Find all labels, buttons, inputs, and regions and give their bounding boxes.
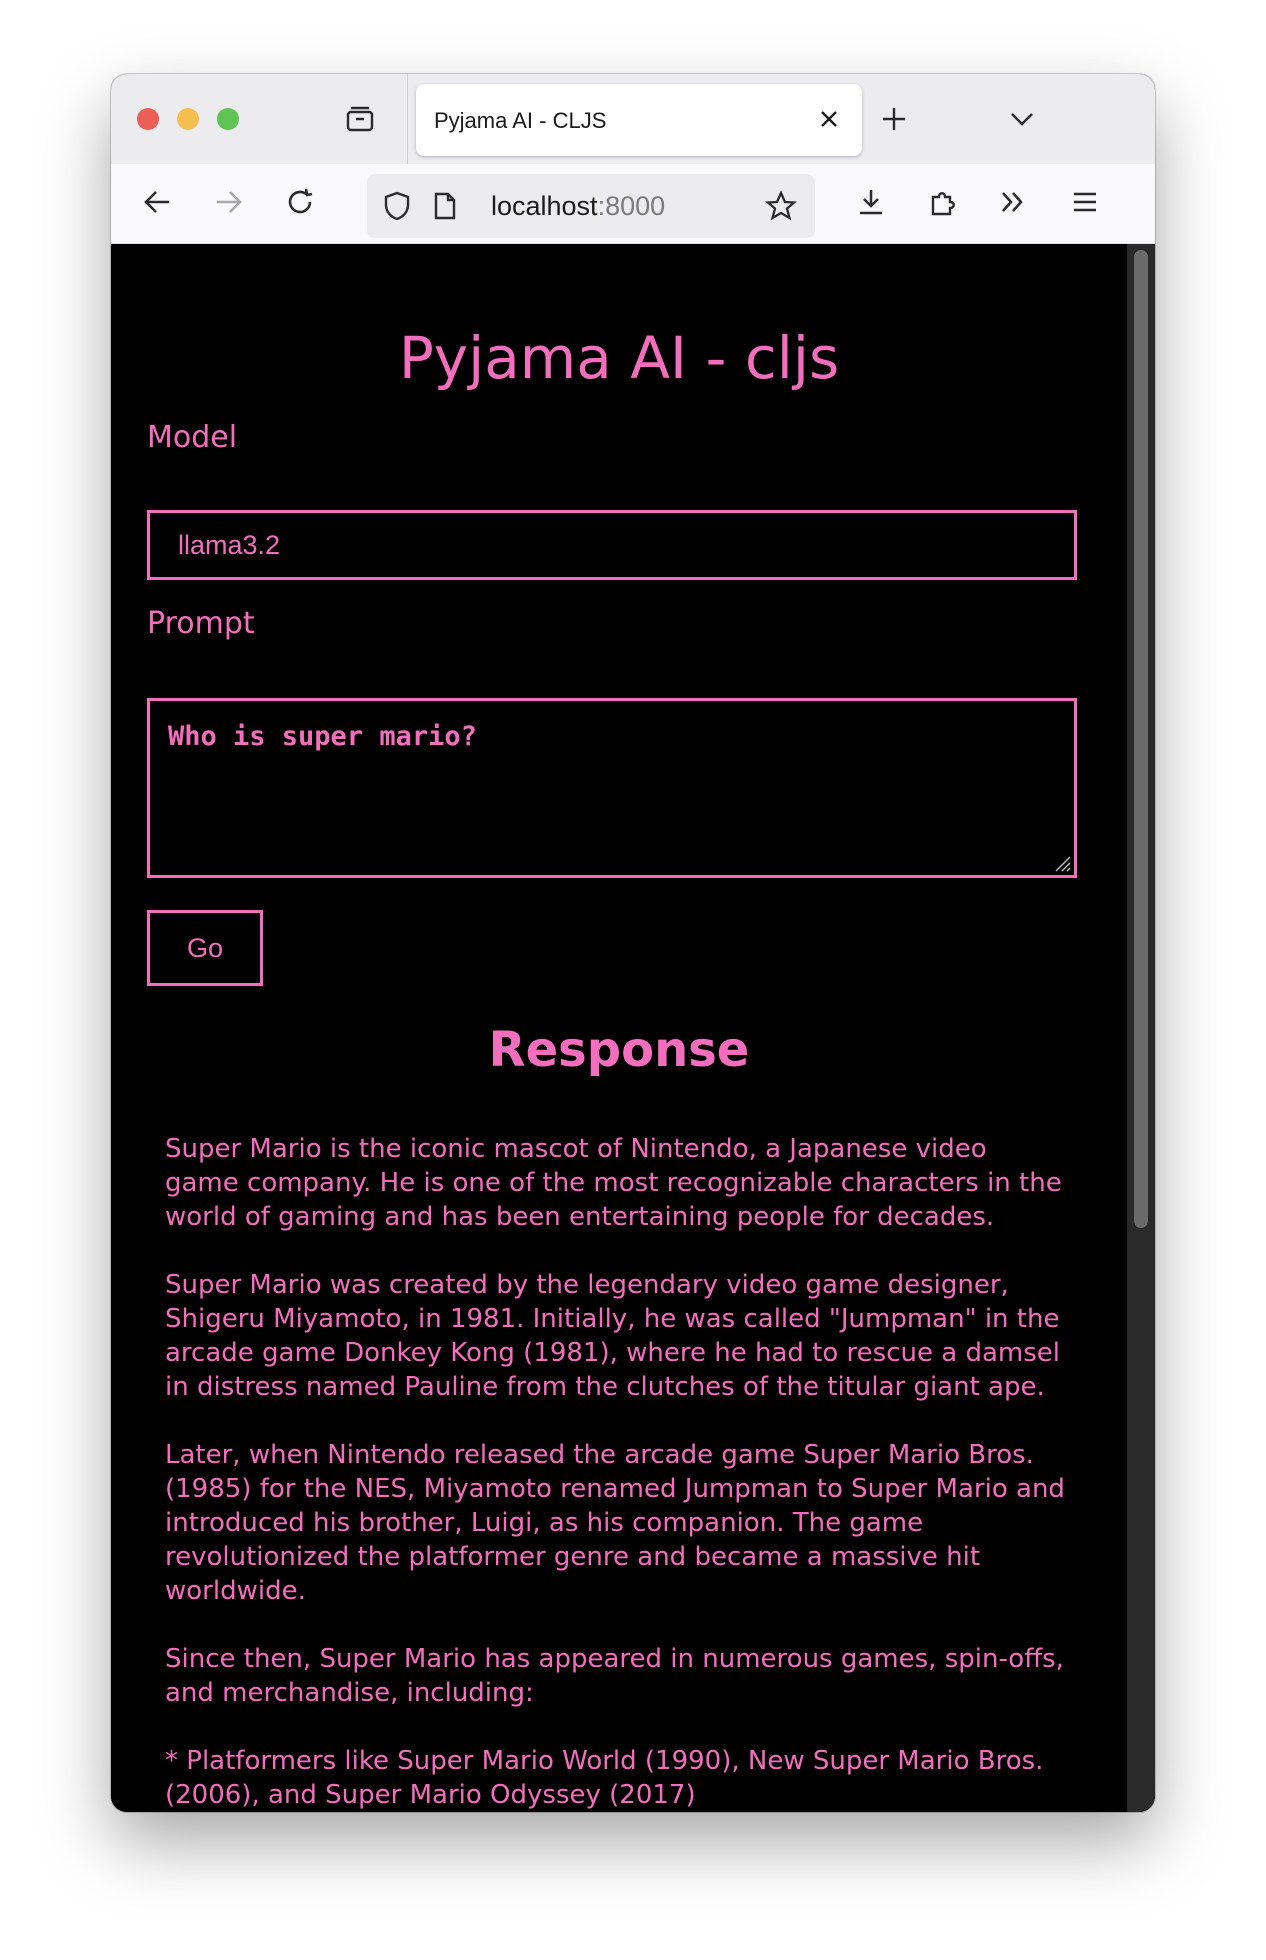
menu-icon[interactable] bbox=[1067, 184, 1103, 220]
response-title: Response bbox=[488, 1022, 750, 1078]
tab-overview-icon[interactable] bbox=[343, 102, 377, 136]
response-paragraph: Super Mario is the iconic mascot of Nint… bbox=[165, 1134, 1062, 1232]
minimize-window-button[interactable] bbox=[177, 108, 199, 130]
tab-bar: Pyjama AI - CLJS bbox=[111, 74, 1155, 164]
response-paragraph: * Platformers like Super Mario World (19… bbox=[165, 1746, 1044, 1810]
url-host: localhost bbox=[491, 191, 598, 221]
url-bar[interactable]: localhost:8000 bbox=[367, 174, 815, 238]
prompt-textarea[interactable]: Who is super mario? bbox=[147, 698, 1077, 878]
zoom-window-button[interactable] bbox=[217, 108, 239, 130]
close-icon[interactable] bbox=[816, 106, 842, 132]
model-input[interactable]: llama3.2 bbox=[147, 510, 1077, 580]
bookmark-star-icon[interactable] bbox=[763, 188, 799, 224]
close-window-button[interactable] bbox=[137, 108, 159, 130]
resize-grip-icon[interactable] bbox=[1050, 851, 1072, 873]
tab-list-icon[interactable] bbox=[1005, 102, 1039, 136]
reload-icon[interactable] bbox=[283, 184, 319, 220]
prompt-value: Who is super mario? bbox=[168, 721, 477, 752]
url-text: localhost:8000 bbox=[491, 191, 665, 222]
go-button[interactable]: Go bbox=[147, 910, 263, 986]
response-text: Super Mario is the iconic mascot of Nint… bbox=[165, 1132, 1065, 1812]
new-tab-icon[interactable] bbox=[877, 102, 911, 136]
response-paragraph: Since then, Super Mario has appeared in … bbox=[165, 1644, 1064, 1708]
tab-title: Pyjama AI - CLJS bbox=[434, 108, 607, 133]
url-port: :8000 bbox=[597, 191, 666, 221]
prompt-label: Prompt bbox=[147, 606, 255, 641]
navigation-bar: localhost:8000 bbox=[111, 164, 1155, 244]
page-content: Pyjama AI - cljs Model llama3.2 Prompt W… bbox=[111, 244, 1155, 1812]
extensions-icon[interactable] bbox=[925, 184, 961, 220]
response-paragraph: Super Mario was created by the legendary… bbox=[165, 1270, 1060, 1402]
response-paragraph: Later, when Nintendo released the arcade… bbox=[165, 1440, 1065, 1606]
tab-active[interactable]: Pyjama AI - CLJS bbox=[416, 84, 862, 156]
back-icon[interactable] bbox=[139, 184, 175, 220]
scrollbar-thumb[interactable] bbox=[1134, 250, 1148, 1228]
download-icon[interactable] bbox=[853, 184, 889, 220]
tab-divider bbox=[407, 74, 408, 164]
forward-icon[interactable] bbox=[211, 184, 247, 220]
page-icon bbox=[429, 188, 461, 224]
shield-icon[interactable] bbox=[379, 188, 415, 224]
model-label: Model bbox=[147, 420, 238, 455]
scrollbar[interactable] bbox=[1127, 244, 1155, 1812]
browser-window: Pyjama AI - CLJS localhost:8000 Pyjama A… bbox=[111, 74, 1155, 1812]
page-title: Pyjama AI - cljs bbox=[398, 324, 840, 392]
overflow-icon[interactable] bbox=[995, 184, 1031, 220]
model-value: llama3.2 bbox=[178, 529, 281, 560]
